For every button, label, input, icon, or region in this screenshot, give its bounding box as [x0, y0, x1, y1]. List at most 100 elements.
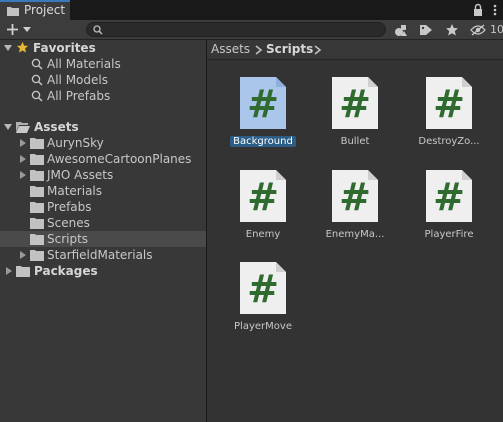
asset-label: PlayerFire: [424, 229, 474, 240]
svg-text:#: #: [433, 82, 465, 126]
folder-tree-panel: Favorites All Materials All Models All P…: [0, 40, 206, 422]
chevron-right-icon[interactable]: [19, 171, 27, 179]
eye-slash-icon: [470, 24, 486, 36]
tree-item-label: Packages: [34, 264, 98, 278]
tree-item-label: Assets: [34, 120, 79, 134]
asset-label: Background: [230, 136, 296, 147]
script-asset-playermove[interactable]: # PlayerMove: [223, 260, 303, 350]
asset-label: Enemy: [245, 229, 281, 240]
favorites-filter-button[interactable]: [441, 21, 463, 39]
search-icon: [31, 90, 43, 102]
svg-text:#: #: [339, 82, 371, 126]
tree-item-label: Favorites: [33, 41, 96, 55]
tree-item-label: All Prefabs: [47, 89, 111, 103]
tree-item-all-materials[interactable]: All Materials: [0, 56, 206, 72]
tree-item-label: AwesomeCartoonPlanes: [47, 152, 192, 166]
folder-icon: [30, 186, 44, 197]
tree-item-label: Scenes: [47, 216, 90, 230]
shapes-icon: [395, 25, 407, 36]
window-titlebar: Project: [0, 0, 503, 20]
script-asset-bullet[interactable]: # Bullet: [315, 75, 395, 165]
csharp-script-icon: #: [240, 170, 286, 222]
chevron-right-icon[interactable]: [19, 155, 27, 163]
tree-item-all-models[interactable]: All Models: [0, 72, 206, 88]
tree-item-prefabs[interactable]: Prefabs: [0, 199, 206, 215]
folder-icon: [30, 138, 44, 149]
script-asset-playerfire[interactable]: # PlayerFire: [409, 168, 489, 258]
chevron-down-icon: [23, 27, 31, 32]
chevron-down-icon[interactable]: [4, 44, 12, 52]
tree-item-favorites[interactable]: Favorites: [0, 40, 206, 56]
hidden-packages-count: 10: [490, 23, 503, 36]
tree-item-aurynsky[interactable]: AurynSky: [0, 135, 206, 151]
tree-item-all-prefabs[interactable]: All Prefabs: [0, 88, 206, 104]
asset-label: Bullet: [340, 136, 370, 147]
hidden-packages-button[interactable]: [467, 21, 489, 39]
project-tab[interactable]: Project: [0, 0, 70, 20]
svg-text:#: #: [247, 267, 279, 311]
script-asset-background[interactable]: # Background: [223, 75, 303, 165]
folder-icon: [7, 7, 19, 16]
svg-text:#: #: [247, 82, 279, 126]
chevron-right-icon: [255, 45, 263, 55]
folder-open-icon: [16, 122, 30, 133]
tree-item-jmo-assets[interactable]: JMO Assets: [0, 167, 206, 183]
search-icon: [31, 58, 43, 70]
tree-item-label: JMO Assets: [47, 168, 114, 182]
tree-item-starfieldmaterials[interactable]: StarfieldMaterials: [0, 247, 206, 263]
search-icon: [31, 74, 43, 86]
search-by-type-button[interactable]: [390, 21, 412, 39]
tag-icon: [420, 25, 432, 35]
chevron-down-icon[interactable]: [4, 123, 12, 131]
breadcrumb: Assets Scripts: [207, 40, 503, 60]
folder-icon: [30, 218, 44, 229]
csharp-script-icon: #: [240, 77, 286, 129]
folder-icon: [30, 234, 44, 245]
asset-grid-panel: Assets Scripts # Background # Bullet # D…: [207, 40, 503, 422]
kebab-menu-icon[interactable]: [489, 3, 501, 17]
plus-icon: [7, 24, 18, 35]
chevron-right-icon: [314, 45, 322, 55]
star-icon: [446, 24, 458, 36]
project-toolbar: 10: [0, 20, 503, 40]
chevron-right-icon[interactable]: [19, 139, 27, 147]
tree-item-scenes[interactable]: Scenes: [0, 215, 206, 231]
asset-label: EnemyMa...: [325, 229, 385, 240]
csharp-script-icon: #: [332, 170, 378, 222]
tree-item-label: Scripts: [47, 232, 89, 246]
chevron-right-icon[interactable]: [19, 251, 27, 259]
tab-title: Project: [24, 3, 66, 17]
folder-icon: [30, 154, 44, 165]
script-asset-enemymanager[interactable]: # EnemyMa...: [315, 168, 395, 258]
chevron-right-icon[interactable]: [5, 267, 13, 275]
tree-item-materials[interactable]: Materials: [0, 183, 206, 199]
folder-icon: [30, 250, 44, 261]
tree-item-label: StarfieldMaterials: [47, 248, 153, 262]
tree-item-awesomecartoonplanes[interactable]: AwesomeCartoonPlanes: [0, 151, 206, 167]
tree-item-packages[interactable]: Packages: [0, 263, 206, 279]
script-asset-enemy[interactable]: # Enemy: [223, 168, 303, 258]
search-input[interactable]: [86, 22, 386, 37]
search-by-label-button[interactable]: [415, 21, 437, 39]
tree-item-assets[interactable]: Assets: [0, 119, 206, 135]
script-asset-destroyzone[interactable]: # DestroyZo...: [409, 75, 489, 165]
tree-item-label: Prefabs: [47, 200, 92, 214]
csharp-script-icon: #: [426, 170, 472, 222]
star-icon: [16, 41, 29, 53]
search-icon: [93, 25, 103, 35]
breadcrumb-item-scripts[interactable]: Scripts: [266, 42, 313, 56]
tree-item-label: AurynSky: [47, 136, 104, 150]
tree-item-label: All Materials: [47, 57, 121, 71]
tree-item-label: Materials: [47, 184, 103, 198]
folder-icon: [16, 266, 30, 277]
tree-item-scripts[interactable]: Scripts: [0, 231, 206, 247]
breadcrumb-item-assets[interactable]: Assets: [211, 42, 250, 56]
add-asset-button[interactable]: [4, 21, 34, 38]
svg-text:#: #: [339, 175, 371, 219]
folder-icon: [30, 202, 44, 213]
tree-item-label: All Models: [47, 73, 108, 87]
lock-icon[interactable]: [472, 3, 484, 17]
csharp-script-icon: #: [332, 77, 378, 129]
csharp-script-icon: #: [240, 262, 286, 314]
svg-text:#: #: [433, 175, 465, 219]
